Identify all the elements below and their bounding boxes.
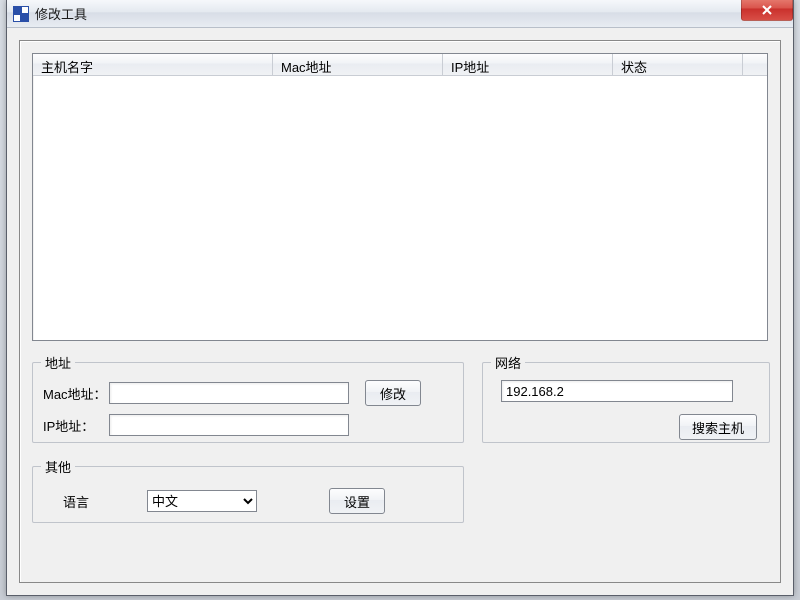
mac-label: Mac地址： [37,384,109,403]
listview-header: 主机名字 Mac地址 IP地址 状态 [33,54,767,76]
address-group: 地址 Mac地址： 修改 IP地址： [32,353,464,443]
other-group: 其他 语言 中文 设置 [32,457,464,523]
language-label: 语言 [51,492,147,511]
window-controls [742,0,793,21]
app-icon [13,6,29,22]
network-group: 网络 搜索主机 [482,353,770,443]
language-select[interactable]: 中文 [147,490,257,512]
app-window: 修改工具 主机名字 Mac地址 IP地址 状态 地址 Mac地址： [6,0,794,596]
ip-label: IP地址： [37,416,109,435]
settings-button[interactable]: 设置 [329,488,385,514]
host-listview[interactable]: 主机名字 Mac地址 IP地址 状态 [32,53,768,341]
col-hostname[interactable]: 主机名字 [33,54,273,75]
subnet-input[interactable] [501,380,733,402]
network-legend: 网络 [491,353,525,372]
address-legend: 地址 [41,353,75,372]
modify-button[interactable]: 修改 [365,380,421,406]
window-title: 修改工具 [35,4,87,23]
close-button[interactable] [741,0,793,21]
col-spacer [743,54,759,75]
other-legend: 其他 [41,457,75,476]
col-status[interactable]: 状态 [613,54,743,75]
search-host-button[interactable]: 搜索主机 [679,414,757,440]
ip-input[interactable] [109,414,349,436]
col-ip[interactable]: IP地址 [443,54,613,75]
col-mac[interactable]: Mac地址 [273,54,443,75]
titlebar[interactable]: 修改工具 [7,0,793,28]
mac-input[interactable] [109,382,349,404]
client-area: 主机名字 Mac地址 IP地址 状态 地址 Mac地址： 修改 IP地址： 网络 [19,40,781,583]
close-icon [761,5,773,15]
